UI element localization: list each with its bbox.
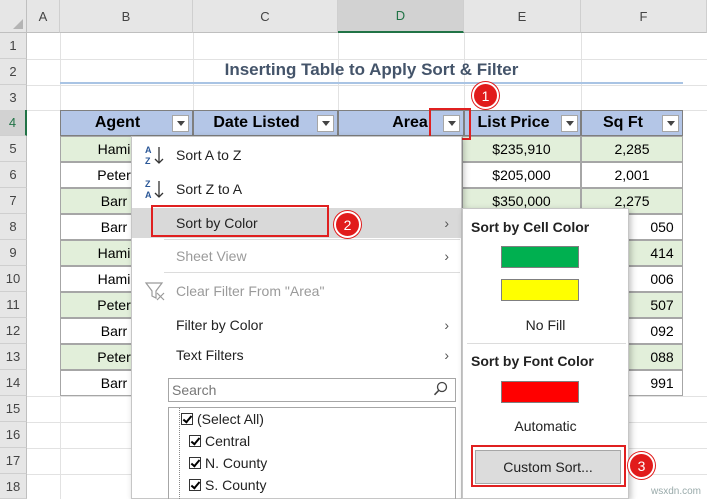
- clear-filter-icon: [144, 280, 166, 302]
- svg-text:A: A: [145, 190, 152, 200]
- search-icon: [433, 381, 449, 397]
- menu-item-filter-by-color[interactable]: Filter by Color ›: [132, 310, 461, 340]
- row-header-1[interactable]: 1: [0, 33, 27, 59]
- select-all-corner[interactable]: [0, 0, 27, 33]
- svg-text:Z: Z: [145, 179, 151, 189]
- table-cell[interactable]: Barr: [60, 370, 132, 396]
- submenu-heading-cell-color: Sort by Cell Color: [471, 219, 590, 235]
- title-underline: [60, 82, 683, 84]
- row-header-7[interactable]: 7: [0, 188, 27, 214]
- menu-item-clear-filter[interactable]: Clear Filter From "Area": [132, 276, 461, 306]
- column-header-d[interactable]: D: [338, 0, 464, 33]
- column-header-e[interactable]: E: [464, 0, 581, 33]
- watermark: wsxdn.com: [650, 486, 701, 497]
- list-item-select-all[interactable]: (Select All): [181, 408, 264, 430]
- highlight-sort-by-color: [151, 205, 329, 237]
- step-badge-2: 2: [334, 211, 361, 238]
- row-header-8[interactable]: 8: [0, 214, 27, 240]
- svg-text:A: A: [145, 145, 152, 155]
- table-cell[interactable]: $235,910: [462, 136, 581, 162]
- sort-ascending-icon: AZ: [144, 144, 166, 166]
- filter-dropdown-list-price[interactable]: [561, 115, 578, 132]
- sheet-title: Inserting Table to Apply Sort & Filter: [224, 60, 519, 79]
- chevron-right-icon: ›: [444, 347, 449, 363]
- row-header-5[interactable]: 5: [0, 136, 27, 162]
- checkbox-checked-icon[interactable]: [189, 435, 201, 447]
- filter-dropdown-agent[interactable]: [172, 115, 189, 132]
- table-cell[interactable]: Barr: [60, 318, 132, 344]
- list-item[interactable]: S. County: [189, 474, 266, 496]
- step-badge-3: 3: [628, 452, 655, 479]
- menu-separator: [467, 343, 626, 344]
- column-header-b[interactable]: B: [60, 0, 193, 33]
- checkbox-checked-icon[interactable]: [189, 457, 201, 469]
- table-cell[interactable]: Hami: [60, 136, 132, 162]
- svg-text:Z: Z: [145, 156, 151, 166]
- table-cell[interactable]: 2,001: [581, 162, 683, 188]
- column-header-a[interactable]: A: [27, 0, 60, 33]
- table-cell[interactable]: Peter: [60, 292, 132, 318]
- table-cell[interactable]: Peter: [60, 344, 132, 370]
- row-header-17[interactable]: 17: [0, 448, 27, 474]
- gridline: [27, 85, 707, 86]
- search-input[interactable]: Search: [168, 378, 456, 402]
- step-badge-1: 1: [472, 82, 499, 109]
- table-cell[interactable]: 2,285: [581, 136, 683, 162]
- cell-color-green-swatch[interactable]: [501, 246, 579, 268]
- menu-separator: [164, 272, 460, 273]
- automatic-option[interactable]: Automatic: [463, 418, 628, 434]
- menu-item-text-filters[interactable]: Text Filters ›: [132, 340, 461, 370]
- filter-dropdown-sq-ft[interactable]: [662, 115, 679, 132]
- row-header-13[interactable]: 13: [0, 344, 27, 370]
- row-header-9[interactable]: 9: [0, 240, 27, 266]
- chevron-right-icon: ›: [444, 248, 449, 264]
- cell-color-yellow-swatch[interactable]: [501, 279, 579, 301]
- filter-dropdown-menu: AZ Sort A to Z ZA Sort Z to A Sort by Co…: [131, 136, 462, 499]
- row-header-15[interactable]: 15: [0, 396, 27, 422]
- row-header-6[interactable]: 6: [0, 162, 27, 188]
- row-header-3[interactable]: 3: [0, 85, 27, 111]
- checkbox-checked-icon[interactable]: [181, 413, 193, 425]
- chevron-right-icon: ›: [444, 317, 449, 333]
- list-item[interactable]: N. County: [189, 452, 267, 474]
- menu-item-sort-a-to-z[interactable]: AZ Sort A to Z: [132, 140, 461, 170]
- menu-item-sheet-view[interactable]: Sheet View ›: [132, 241, 461, 271]
- table-cell[interactable]: Peter: [60, 162, 132, 188]
- row-header-2[interactable]: 2: [0, 59, 27, 85]
- menu-separator: [164, 239, 460, 240]
- column-header-c[interactable]: C: [193, 0, 338, 33]
- highlight-custom-sort: [471, 445, 626, 487]
- row-header-11[interactable]: 11: [0, 292, 27, 318]
- filter-dropdown-date-listed[interactable]: [317, 115, 334, 132]
- menu-item-sort-z-to-a[interactable]: ZA Sort Z to A: [132, 174, 461, 204]
- chevron-right-icon: ›: [444, 215, 449, 231]
- column-header-f[interactable]: F: [581, 0, 707, 33]
- font-color-red-swatch[interactable]: [501, 381, 579, 403]
- row-header-16[interactable]: 16: [0, 422, 27, 448]
- table-cell[interactable]: Hami: [60, 240, 132, 266]
- checkbox-checked-icon[interactable]: [189, 479, 201, 491]
- table-cell[interactable]: Hami: [60, 266, 132, 292]
- row-header-14[interactable]: 14: [0, 370, 27, 396]
- row-header-18[interactable]: 18: [0, 474, 27, 499]
- no-fill-option[interactable]: No Fill: [463, 317, 628, 333]
- sort-descending-icon: ZA: [144, 178, 166, 200]
- filter-value-list[interactable]: (Select All) Central N. County S. County: [168, 407, 456, 499]
- submenu-heading-font-color: Sort by Font Color: [471, 353, 594, 369]
- list-item[interactable]: Central: [189, 430, 250, 452]
- row-header-12[interactable]: 12: [0, 318, 27, 344]
- table-cell[interactable]: Barr: [60, 214, 132, 240]
- table-cell[interactable]: Barr: [60, 188, 132, 214]
- row-header-10[interactable]: 10: [0, 266, 27, 292]
- table-cell[interactable]: $205,000: [462, 162, 581, 188]
- row-header-4[interactable]: 4: [0, 110, 27, 136]
